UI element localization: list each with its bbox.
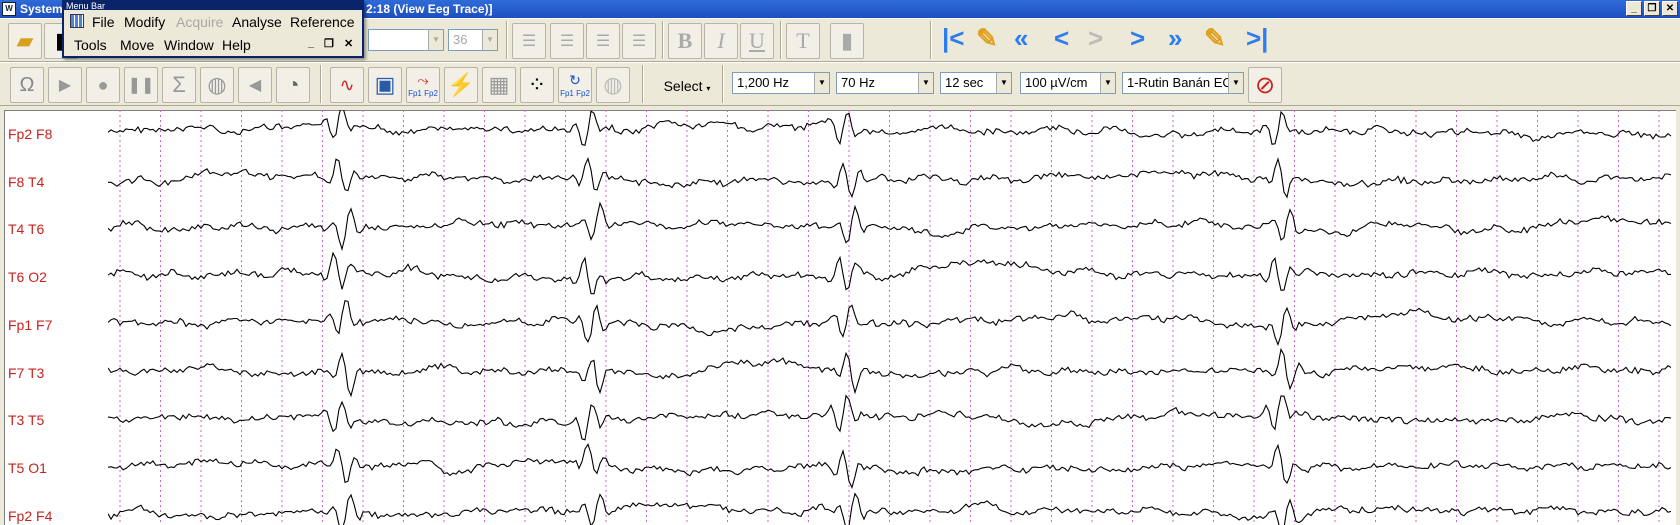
- fp-derivation-button[interactable]: ⤳ Fp1 Fp2: [406, 67, 440, 103]
- low-pass-combo[interactable]: 70 Hz ▼: [836, 72, 934, 94]
- menu-acquire[interactable]: Acquire: [176, 14, 223, 30]
- channel-label[interactable]: Fp2 F4: [8, 508, 52, 524]
- separator: [642, 65, 644, 103]
- channel-label[interactable]: T3 T5: [8, 412, 44, 428]
- jump-forward-icon[interactable]: ✎: [1204, 23, 1226, 54]
- bold-icon[interactable]: B: [668, 23, 702, 59]
- font-size-combo[interactable]: 36 ▼: [448, 29, 498, 51]
- record-icon[interactable]: ●: [86, 67, 120, 103]
- chevron-down-icon: ▾: [706, 84, 711, 93]
- rotate-icon: ↻: [569, 72, 581, 88]
- menu-bar-header: Menu Bar: [64, 2, 362, 10]
- menu-row-2: Tools Move Window Help _ ❐ ✕: [64, 35, 364, 55]
- menu-window[interactable]: Window: [164, 37, 214, 53]
- jump-back-icon[interactable]: ✎: [976, 23, 998, 54]
- channel-label[interactable]: Fp2 F8: [8, 126, 52, 142]
- chevron-down-icon: ▼: [428, 30, 443, 50]
- justify-icon[interactable]: ☰: [622, 23, 656, 59]
- sensitivity-combo[interactable]: 100 µV/cm ▼: [1020, 72, 1116, 94]
- waveform-icon[interactable]: ∿: [330, 67, 364, 103]
- mdi-minimize-icon[interactable]: _: [308, 37, 314, 49]
- separator: [320, 65, 322, 103]
- time-base-combo[interactable]: 12 sec ▼: [940, 72, 1012, 94]
- mdi-restore-icon[interactable]: ❐: [324, 37, 334, 50]
- toolbar-eeg: Ω ▶ ● ❚❚ Σ ◍ ◀ ◔ ∿ ▣ ⤳ Fp1 Fp2 ⚡ ▦ ⁘ ↻ Fp1…: [0, 62, 1680, 106]
- separator: [722, 65, 724, 103]
- separator: [780, 21, 782, 59]
- flash-icon[interactable]: ⚡: [444, 67, 478, 103]
- minimize-button[interactable]: _: [1626, 1, 1642, 16]
- stopwatch-icon[interactable]: ◔: [276, 67, 310, 103]
- chevron-down-icon: ▼: [482, 30, 497, 50]
- chevron-down-icon: ▼: [1228, 73, 1243, 93]
- channel-label[interactable]: T4 T6: [8, 221, 44, 237]
- menu-help[interactable]: Help: [222, 37, 251, 53]
- mdi-close-icon[interactable]: ✕: [344, 37, 353, 50]
- open-folder-icon[interactable]: ▰: [8, 23, 42, 59]
- microphone-icon[interactable]: ▮: [830, 23, 864, 59]
- fp-rereference-button[interactable]: ↻ Fp1 Fp2: [558, 67, 592, 103]
- app-icon[interactable]: W: [2, 2, 16, 16]
- eeg-trace: [108, 394, 1672, 441]
- fast-back-icon[interactable]: «: [1014, 23, 1028, 54]
- separator: [930, 21, 932, 59]
- separator: [506, 21, 508, 59]
- back-icon[interactable]: <: [1054, 23, 1069, 54]
- channel-label[interactable]: F8 T4: [8, 174, 44, 190]
- fast-forward-icon[interactable]: »: [1168, 23, 1182, 54]
- camera-icon[interactable]: ▣: [368, 67, 402, 103]
- sample-rate-combo[interactable]: 1,200 Hz ▼: [732, 72, 830, 94]
- first-icon[interactable]: |<: [942, 23, 964, 54]
- eeg-trace: [108, 251, 1671, 295]
- window-title: System: [20, 2, 63, 16]
- align-right-icon[interactable]: ☰: [586, 23, 620, 59]
- font-name-combo[interactable]: ▼: [368, 29, 444, 51]
- pause-icon[interactable]: ❚❚: [124, 67, 158, 103]
- montage-combo[interactable]: 1-Rutin Banán EC ▼: [1122, 72, 1244, 94]
- impedance-icon[interactable]: Ω: [10, 67, 44, 103]
- electrode-map-icon[interactable]: ⁘: [520, 67, 554, 103]
- align-left-icon[interactable]: ☰: [512, 23, 546, 59]
- brain-icon[interactable]: ◍: [200, 67, 234, 103]
- underline-icon[interactable]: U: [740, 23, 774, 59]
- eeg-trace: [108, 300, 1672, 347]
- text-size-icon[interactable]: T: [786, 23, 820, 59]
- chevron-down-icon: ▼: [814, 73, 829, 93]
- channel-label[interactable]: T6 O2: [8, 269, 47, 285]
- no-filter-icon[interactable]: ⊘: [1248, 67, 1282, 103]
- play-icon[interactable]: ▶: [48, 67, 82, 103]
- menu-reference[interactable]: Reference: [290, 14, 355, 30]
- align-center-icon[interactable]: ☰: [550, 23, 584, 59]
- menu-row-1: File Modify Acquire Analyse Reference: [64, 12, 364, 32]
- forward-disabled-icon[interactable]: >: [1088, 23, 1103, 54]
- reverse-icon[interactable]: ◀: [238, 67, 272, 103]
- menu-modify[interactable]: Modify: [124, 14, 165, 30]
- chevron-down-icon: ▼: [918, 73, 933, 93]
- montage-icon[interactable]: ▦: [482, 67, 516, 103]
- channel-label[interactable]: Fp1 F7: [8, 317, 52, 333]
- sum-icon[interactable]: Σ: [162, 67, 196, 103]
- channel-label[interactable]: T5 O1: [8, 460, 47, 476]
- forward-icon[interactable]: >: [1130, 23, 1145, 54]
- menu-bar: Menu Bar File Modify Acquire Analyse Ref…: [62, 0, 364, 58]
- channel-label[interactable]: F7 T3: [8, 365, 44, 381]
- close-button[interactable]: ✕: [1662, 1, 1678, 16]
- restore-button[interactable]: ❐: [1644, 1, 1660, 16]
- head-map-icon[interactable]: ◍: [596, 67, 630, 103]
- chevron-down-icon: ▼: [996, 73, 1011, 93]
- last-icon[interactable]: >|: [1246, 23, 1268, 54]
- menu-file[interactable]: File: [92, 14, 115, 30]
- chevron-down-icon: ▼: [1100, 73, 1115, 93]
- separator: [662, 21, 664, 59]
- select-button[interactable]: Select ▾: [658, 73, 716, 99]
- menu-tools[interactable]: Tools: [74, 37, 107, 53]
- italic-icon[interactable]: I: [704, 23, 738, 59]
- menu-analyse[interactable]: Analyse: [232, 14, 282, 30]
- eeg-trace-canvas[interactable]: [108, 110, 1672, 525]
- derivation-icon: ⤳: [417, 72, 429, 88]
- menu-move[interactable]: Move: [120, 37, 154, 53]
- window-title-suffix: 2:18 (View Eeg Trace)]: [366, 2, 493, 16]
- window-controls: _ ❐ ✕: [1626, 1, 1678, 16]
